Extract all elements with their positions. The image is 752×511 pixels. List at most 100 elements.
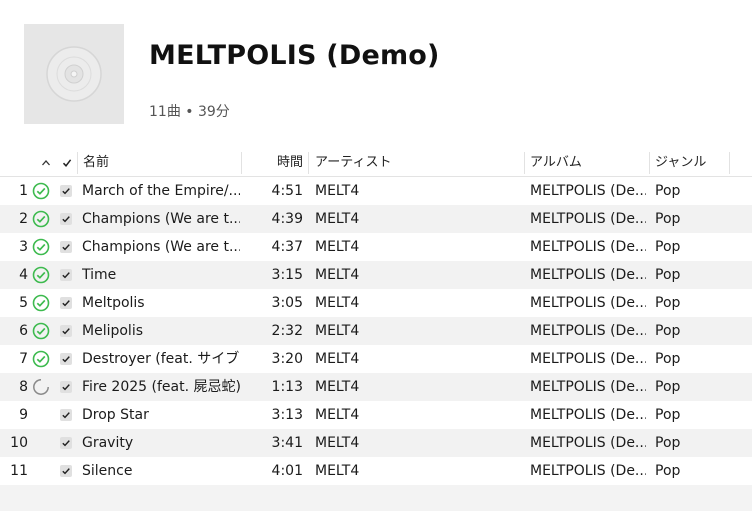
track-album: MELTPOLIS (De... (530, 379, 646, 395)
track-time: 4:51 (271, 183, 303, 199)
track-row[interactable]: 6 Melipolis 2:32 MELT4 MELTPOLIS (De... … (0, 317, 752, 345)
track-checkbox[interactable] (58, 289, 74, 317)
downloaded-icon (31, 345, 51, 373)
track-row[interactable]: 3 Champions (We are t... 4:37 MELT4 MELT… (0, 233, 752, 261)
track-genre: Pop (655, 351, 681, 367)
track-row[interactable]: 9 Drop Star 3:13 MELT4 MELTPOLIS (De... … (0, 401, 752, 429)
track-name: Time (82, 267, 117, 283)
column-name[interactable]: 名前 (83, 150, 109, 176)
track-number: 4 (19, 267, 28, 283)
track-name: Meltpolis (82, 295, 145, 311)
track-time: 3:15 (271, 267, 303, 283)
track-list: 1 March of the Empire/... 4:51 MELT4 MEL… (0, 177, 752, 485)
track-name: Silence (82, 463, 133, 479)
track-artist: MELT4 (315, 407, 360, 423)
list-footer (0, 485, 752, 511)
column-album[interactable]: アルバム (530, 150, 582, 176)
track-album: MELTPOLIS (De... (530, 267, 646, 283)
track-genre: Pop (655, 239, 681, 255)
track-row[interactable]: 11 Silence 4:01 MELT4 MELTPOLIS (De... P… (0, 457, 752, 485)
track-album: MELTPOLIS (De... (530, 183, 646, 199)
track-time: 3:13 (271, 407, 303, 423)
track-name: Champions (We are t... (82, 239, 240, 255)
column-artist[interactable]: アーティスト (315, 150, 391, 176)
album-header: MELTPOLIS (Demo) 11曲 • 39分 (0, 0, 752, 150)
track-genre: Pop (655, 295, 681, 311)
check-column-header-icon[interactable] (60, 150, 74, 176)
track-time: 1:13 (271, 379, 303, 395)
track-checkbox[interactable] (58, 345, 74, 373)
track-artist: MELT4 (315, 295, 360, 311)
track-row[interactable]: 2 Champions (We are t... 4:39 MELT4 MELT… (0, 205, 752, 233)
track-genre: Pop (655, 379, 681, 395)
album-meta: 11曲 • 39分 (149, 104, 230, 120)
track-genre: Pop (655, 267, 681, 283)
track-number: 11 (10, 463, 28, 479)
track-album: MELTPOLIS (De... (530, 239, 646, 255)
sort-ascending-icon[interactable] (38, 150, 54, 176)
track-artist: MELT4 (315, 239, 360, 255)
downloaded-icon (31, 233, 51, 261)
track-name: Fire 2025 (feat. 屍忌蛇) (82, 379, 240, 395)
track-album: MELTPOLIS (De... (530, 407, 646, 423)
track-artist: MELT4 (315, 463, 360, 479)
downloaded-icon (31, 205, 51, 233)
track-number: 2 (19, 211, 28, 227)
track-checkbox[interactable] (58, 261, 74, 289)
track-artist: MELT4 (315, 323, 360, 339)
track-number: 1 (19, 183, 28, 199)
track-time: 3:05 (271, 295, 303, 311)
track-album: MELTPOLIS (De... (530, 463, 646, 479)
downloaded-icon (31, 317, 51, 345)
track-name: Gravity (82, 435, 134, 451)
downloaded-icon (31, 177, 51, 205)
track-checkbox[interactable] (58, 233, 74, 261)
track-album: MELTPOLIS (De... (530, 351, 646, 367)
track-checkbox[interactable] (58, 317, 74, 345)
track-checkbox[interactable] (58, 205, 74, 233)
downloaded-icon (31, 261, 51, 289)
column-time[interactable]: 時間 (250, 150, 303, 176)
track-number: 10 (10, 435, 28, 451)
track-genre: Pop (655, 407, 681, 423)
track-album: MELTPOLIS (De... (530, 435, 646, 451)
track-artist: MELT4 (315, 351, 360, 367)
track-checkbox[interactable] (58, 457, 74, 485)
track-name: Champions (We are t... (82, 211, 240, 227)
track-genre: Pop (655, 323, 681, 339)
track-row[interactable]: 7 Destroyer (feat. サイブ... 3:20 MELT4 MEL… (0, 345, 752, 373)
track-checkbox[interactable] (58, 177, 74, 205)
column-genre[interactable]: ジャンル (655, 150, 706, 176)
track-number: 6 (19, 323, 28, 339)
track-row[interactable]: 5 Meltpolis 3:05 MELT4 MELTPOLIS (De... … (0, 289, 752, 317)
track-name: Drop Star (82, 407, 149, 423)
track-artist: MELT4 (315, 267, 360, 283)
track-artist: MELT4 (315, 183, 360, 199)
track-checkbox[interactable] (58, 373, 74, 401)
track-time: 4:39 (271, 211, 303, 227)
album-artwork[interactable] (24, 24, 124, 124)
track-artist: MELT4 (315, 379, 360, 395)
track-time: 3:20 (271, 351, 303, 367)
track-row[interactable]: 1 March of the Empire/... 4:51 MELT4 MEL… (0, 177, 752, 205)
track-album: MELTPOLIS (De... (530, 323, 646, 339)
track-album: MELTPOLIS (De... (530, 211, 646, 227)
track-genre: Pop (655, 435, 681, 451)
track-row[interactable]: 8 Fire 2025 (feat. 屍忌蛇) 1:13 MELT4 MELTP… (0, 373, 752, 401)
track-number: 5 (19, 295, 28, 311)
track-row[interactable]: 4 Time 3:15 MELT4 MELTPOLIS (De... Pop (0, 261, 752, 289)
track-number: 3 (19, 239, 28, 255)
track-artist: MELT4 (315, 211, 360, 227)
track-genre: Pop (655, 463, 681, 479)
track-checkbox[interactable] (58, 401, 74, 429)
track-genre: Pop (655, 211, 681, 227)
disc-icon (46, 46, 102, 102)
track-time: 2:32 (271, 323, 303, 339)
track-checkbox[interactable] (58, 429, 74, 457)
loading-spinner-icon (31, 373, 51, 401)
track-number: 9 (19, 407, 28, 423)
track-time: 4:37 (271, 239, 303, 255)
track-name: Destroyer (feat. サイブ... (82, 351, 240, 367)
track-name: March of the Empire/... (82, 183, 240, 199)
track-row[interactable]: 10 Gravity 3:41 MELT4 MELTPOLIS (De... P… (0, 429, 752, 457)
